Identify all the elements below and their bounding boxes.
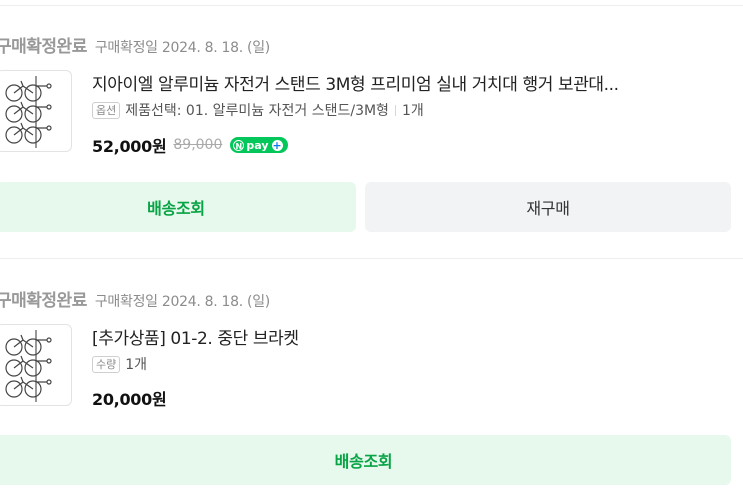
option-separator xyxy=(394,104,396,116)
order-divider xyxy=(0,258,743,259)
price-row: 52,000원 89,000 N pay + xyxy=(92,133,288,157)
order-status: 구매확정완료 xyxy=(0,37,87,57)
price: 52,000원 xyxy=(92,137,167,156)
bicycle-stand-icon xyxy=(5,76,52,148)
order-status: 구매확정완료 xyxy=(0,291,87,311)
plus-icon: + xyxy=(271,138,283,152)
track-delivery-button[interactable]: 배송조회 xyxy=(0,435,731,485)
quantity: 1개 xyxy=(125,357,148,373)
top-divider xyxy=(0,5,743,6)
option-badge: 수량 xyxy=(92,355,121,373)
product-thumbnail[interactable] xyxy=(0,324,72,406)
product-option: 수량 1개 xyxy=(92,354,147,374)
product-thumbnail[interactable] xyxy=(0,70,72,152)
original-price: 89,000 xyxy=(173,137,223,153)
track-delivery-button[interactable]: 배송조회 xyxy=(0,182,356,232)
confirm-date: 구매확정일 2024. 8. 18. (일) xyxy=(94,294,270,310)
order-status-row: 구매확정완료 구매확정일 2024. 8. 18. (일) xyxy=(0,32,270,57)
option-badge: 옵션 xyxy=(92,101,121,119)
product-title[interactable]: 지아이엘 알루미늄 자전거 스탠드 3M형 프리미엄 실내 거치대 행거 보관대… xyxy=(92,70,619,95)
option-text: 제품선택: 01. 알루미늄 자전거 스탠드/3M형 xyxy=(125,103,389,119)
product-option: 옵션 제품선택: 01. 알루미늄 자전거 스탠드/3M형 1개 xyxy=(92,100,424,120)
confirm-date: 구매확정일 2024. 8. 18. (일) xyxy=(94,40,270,56)
price: 20,000원 xyxy=(92,390,167,409)
quantity: 1개 xyxy=(401,103,424,119)
repurchase-button[interactable]: 재구매 xyxy=(365,182,731,232)
npay-label: pay xyxy=(246,138,269,152)
npay-n-icon: N xyxy=(233,139,245,151)
order-status-row: 구매확정완료 구매확정일 2024. 8. 18. (일) xyxy=(0,286,270,311)
bicycle-stand-icon xyxy=(5,330,52,402)
npay-badge: N pay + xyxy=(230,137,288,153)
product-title[interactable]: [추가상품] 01-2. 중단 브라켓 xyxy=(92,324,299,349)
price-row: 20,000원 xyxy=(92,386,167,410)
